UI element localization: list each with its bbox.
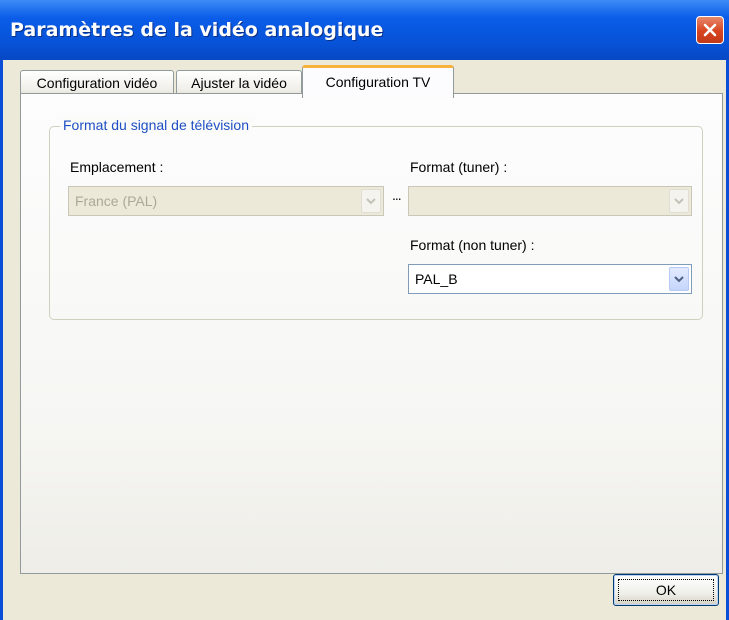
close-icon (703, 23, 717, 37)
tab-label: Configuration vidéo (36, 75, 158, 91)
non-tuner-format-label: Format (non tuner) : (410, 237, 535, 253)
location-ellipsis: ... (392, 187, 402, 203)
tab-panel: Format du signal de télévision Emplaceme… (20, 93, 723, 574)
chevron-down-icon (674, 198, 684, 205)
focus-rectangle (618, 579, 714, 601)
ok-button[interactable]: OK (613, 574, 719, 606)
tuner-format-select[interactable] (408, 186, 692, 216)
location-select[interactable]: France (PAL) (68, 186, 384, 216)
group-title: Format du signal de télévision (60, 117, 252, 133)
tuner-format-dropdown-button[interactable] (669, 189, 689, 213)
non-tuner-format-dropdown-button[interactable] (669, 267, 689, 291)
non-tuner-format-value: PAL_B (415, 271, 458, 287)
non-tuner-format-select[interactable]: PAL_B (408, 264, 692, 294)
chevron-down-icon (366, 198, 376, 205)
title-bar[interactable]: Paramètres de la vidéo analogique (0, 0, 729, 60)
window-title: Paramètres de la vidéo analogique (10, 19, 384, 41)
tab-configuration-tv[interactable]: Configuration TV (302, 65, 454, 98)
dialog-window: Paramètres de la vidéo analogique Config… (0, 0, 729, 620)
chevron-down-icon (674, 276, 684, 283)
tv-signal-format-group: Format du signal de télévision Emplaceme… (49, 117, 703, 320)
tab-label: Configuration TV (325, 74, 431, 90)
location-value: France (PAL) (75, 193, 158, 209)
location-label: Emplacement : (70, 159, 164, 175)
close-button[interactable] (696, 16, 724, 44)
tab-label: Ajuster la vidéo (191, 75, 287, 91)
tuner-format-label: Format (tuner) : (410, 159, 508, 175)
dialog-body: Configuration vidéo Ajuster la vidéo Con… (3, 60, 726, 620)
location-dropdown-button[interactable] (361, 189, 381, 213)
